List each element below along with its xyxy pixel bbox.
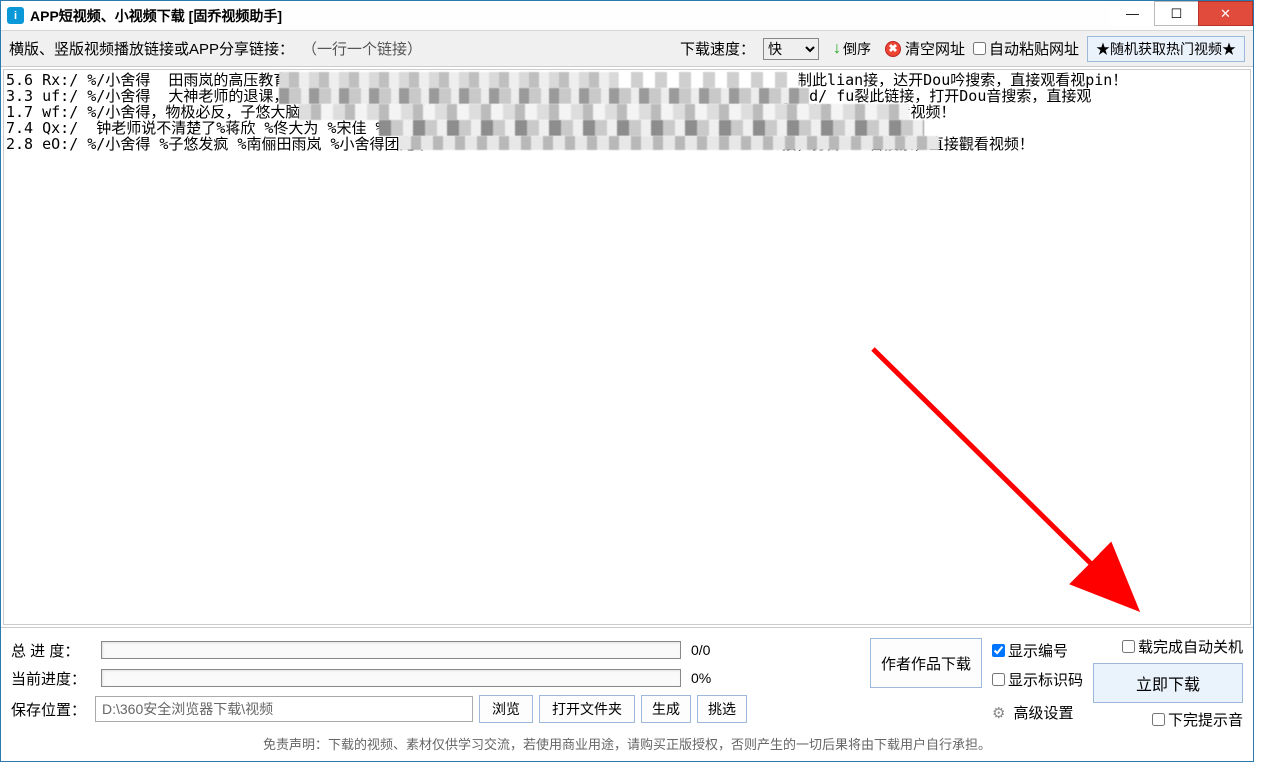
reverse-order-label: 倒序: [843, 43, 871, 55]
clear-urls-button[interactable]: ✖ 清空网址: [885, 38, 965, 59]
app-icon: i: [7, 7, 24, 24]
auto-paste-checkbox[interactable]: 自动粘贴网址: [973, 38, 1079, 59]
total-progress-label: 总 进 度：: [11, 640, 95, 661]
current-progress-value: 0%: [687, 670, 747, 686]
window-title: APP短视频、小视频下载 [固乔视频助手]: [30, 6, 282, 26]
download-now-button[interactable]: 立即下载: [1093, 663, 1243, 703]
clear-urls-label: 清空网址: [905, 38, 965, 59]
finish-sound-checkbox[interactable]: 下完提示音: [1152, 709, 1243, 730]
link-label: 横版、竖版视频播放链接或APP分享链接：: [9, 38, 294, 59]
speed-label: 下载速度：: [680, 38, 755, 59]
auto-paste-label: 自动粘贴网址: [989, 38, 1079, 59]
finish-sound-input[interactable]: [1152, 713, 1165, 726]
total-progress-value: 0/0: [687, 642, 747, 658]
save-path-input[interactable]: [95, 696, 473, 722]
show-id-checkbox[interactable]: 显示标识码: [992, 669, 1083, 690]
author-works-button[interactable]: 作者作品下载: [870, 638, 982, 688]
total-progress-bar: [101, 641, 681, 659]
browse-button[interactable]: 浏览: [479, 695, 533, 723]
advanced-settings-link[interactable]: 高级设置: [1013, 702, 1073, 723]
arrow-down-icon: ↓: [833, 40, 841, 58]
main-toolbar: 横版、竖版视频播放链接或APP分享链接： （一行一个链接） 下载速度： 快 ↓ …: [1, 31, 1253, 67]
auto-shutdown-checkbox[interactable]: 载完成自动关机: [1122, 636, 1243, 657]
generate-button[interactable]: 生成: [641, 695, 691, 723]
auto-shutdown-input[interactable]: [1122, 640, 1135, 653]
auto-shutdown-label: 载完成自动关机: [1138, 636, 1243, 657]
window-titlebar: i APP短视频、小视频下载 [固乔视频助手] — ☐ ✕: [1, 1, 1253, 31]
random-hot-button[interactable]: ★随机获取热门视频★: [1087, 36, 1245, 62]
show-index-checkbox[interactable]: 显示编号: [992, 640, 1083, 661]
current-progress-label: 当前进度：: [11, 668, 95, 689]
open-folder-button[interactable]: 打开文件夹: [539, 695, 635, 723]
link-hint: （一行一个链接）: [302, 38, 422, 59]
save-path-label: 保存位置：: [11, 699, 89, 720]
disclaimer-text: 免责声明：下载的视频、素材仅供学习交流，若使用商业用途，请购买正版授权，否则产生…: [1, 728, 1253, 761]
gear-icon: ⚙: [992, 704, 1005, 722]
window-close-button[interactable]: ✕: [1198, 1, 1253, 26]
show-index-label: 显示编号: [1008, 640, 1068, 661]
show-index-input[interactable]: [992, 644, 1005, 657]
reverse-order-button[interactable]: ↓ 倒序: [827, 37, 877, 61]
url-textarea[interactable]: [3, 69, 1251, 625]
auto-paste-input[interactable]: [973, 42, 986, 55]
current-progress-bar: [101, 669, 681, 687]
speed-select[interactable]: 快: [763, 38, 819, 60]
show-id-label: 显示标识码: [1008, 669, 1083, 690]
pick-button[interactable]: 挑选: [697, 695, 747, 723]
show-id-input[interactable]: [992, 673, 1005, 686]
window-minimize-button[interactable]: —: [1110, 1, 1155, 26]
bottom-panel: 总 进 度： 0/0 作者作品下载 显示编号 显示标识码 ⚙ 高级设置: [1, 627, 1253, 728]
finish-sound-label: 下完提示音: [1168, 709, 1243, 730]
window-maximize-button[interactable]: ☐: [1154, 1, 1199, 26]
clear-icon: ✖: [885, 41, 901, 57]
